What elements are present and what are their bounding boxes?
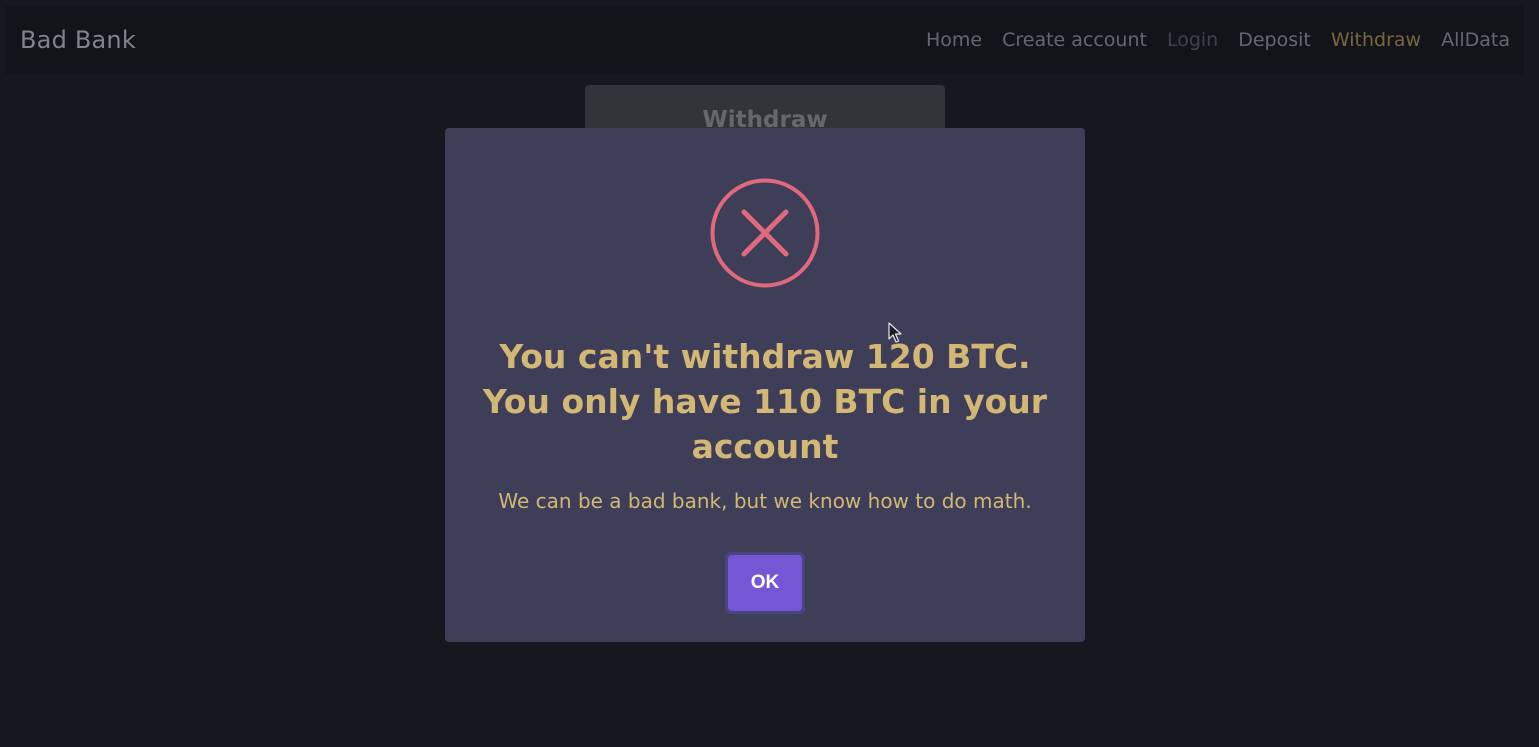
mouse-cursor-icon xyxy=(888,322,902,343)
error-dialog: You can't withdraw 120 BTC. You only hav… xyxy=(445,128,1085,642)
dialog-message: We can be a bad bank, but we know how to… xyxy=(498,489,1032,513)
ok-button[interactable]: OK xyxy=(725,552,805,614)
ok-button-label: OK xyxy=(728,555,802,611)
dialog-title: You can't withdraw 120 BTC. You only hav… xyxy=(482,337,1048,466)
error-x-icon xyxy=(710,178,820,288)
